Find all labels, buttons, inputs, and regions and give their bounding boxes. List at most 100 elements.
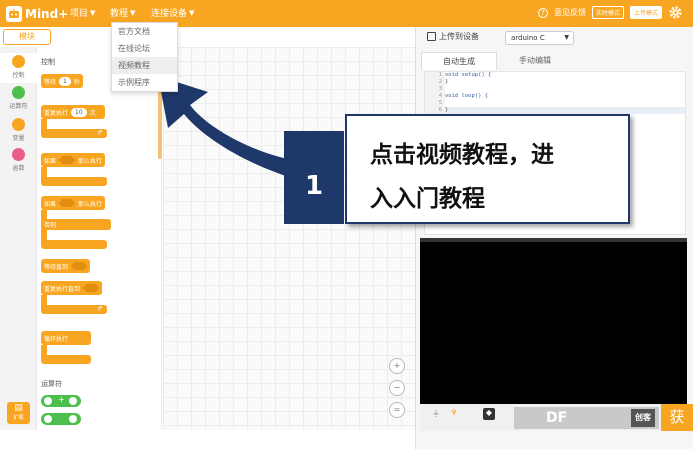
code-text: void loop() {	[445, 93, 489, 99]
block-c-foot	[41, 240, 107, 249]
block-c-foot	[41, 355, 91, 364]
block-label: 秒	[73, 78, 80, 86]
category-functions[interactable]: 函数	[0, 148, 37, 172]
code-text: }	[445, 79, 449, 85]
block-input[interactable]: 10	[71, 107, 87, 117]
block-if-else[interactable]: 如果 那么执行	[41, 196, 106, 210]
block-label: 等待直到	[44, 263, 69, 271]
block-forever[interactable]: 循环执行	[41, 331, 91, 345]
board-select-value: arduino C	[511, 34, 545, 42]
serial-icon[interactable]: ♆	[448, 408, 460, 420]
line-number: 1	[425, 72, 445, 79]
category-control[interactable]: 控制	[0, 53, 37, 83]
block-label: 那么执行	[78, 157, 103, 165]
condition-slot[interactable]	[71, 262, 88, 270]
menu-item-examples[interactable]: 示例程序	[112, 74, 177, 91]
tab-manual-edit[interactable]: 手动编辑	[497, 52, 573, 70]
loop-arrow-icon: ↱	[97, 305, 103, 313]
zoom-out-icon[interactable]: −	[389, 380, 405, 396]
condition-slot[interactable]	[59, 156, 76, 164]
chevron-down-icon: ▼	[564, 34, 569, 41]
serial-console[interactable]	[420, 238, 687, 404]
block-label: 重复执行直到	[44, 285, 81, 293]
operand-slot[interactable]	[69, 397, 77, 405]
module-tab[interactable]: 模块	[3, 29, 51, 45]
help-icon[interactable]: ?	[537, 7, 548, 18]
block-label: 如果	[44, 157, 57, 165]
category-operators[interactable]: 运算符	[0, 86, 37, 110]
tutorial-dropdown: 官方文档 在线论坛 视频教程 示例程序	[111, 22, 178, 92]
operators-category-dot	[12, 86, 25, 99]
extension-button[interactable]: ▤ 扩展	[7, 402, 30, 424]
menu-item-video-tutorial[interactable]: 视频教程	[112, 57, 177, 74]
feedback-link[interactable]: 意见反馈	[554, 7, 586, 18]
clear-icon[interactable]: ◆	[483, 408, 495, 420]
code-line: 5	[425, 100, 685, 107]
line-number: 2	[425, 79, 445, 86]
block-if-then[interactable]: 如果 那么执行	[41, 153, 106, 167]
block-operator-add[interactable]: +	[41, 395, 81, 407]
chevron-down-icon: ▼	[130, 8, 136, 17]
operand-slot[interactable]	[44, 415, 52, 423]
block-label: 循环执行	[44, 335, 69, 343]
menu-project[interactable]: 项目 ▼	[70, 6, 96, 20]
category-variables[interactable]: 变量	[0, 118, 37, 142]
watermark-logo: DF 创客	[514, 407, 659, 429]
menu-item-forum[interactable]: 在线论坛	[112, 40, 177, 57]
block-operator[interactable]	[41, 413, 81, 425]
variables-category-dot	[12, 118, 25, 131]
top-bar: Mind+ 项目 ▼ 教程 ▼ 连接设备 ▼ ? 意见反馈 实时模式 上传模式	[0, 0, 693, 27]
upload-mode-button[interactable]: 上传模式	[629, 6, 662, 19]
plug-icon[interactable]: ⏚	[430, 408, 442, 420]
workspace-bottom-bar	[0, 430, 415, 449]
condition-slot[interactable]	[83, 284, 100, 292]
category-label: 变量	[12, 135, 25, 142]
upload-to-device-button[interactable]: 上传到设备	[427, 31, 479, 42]
block-label: 重复执行	[44, 109, 69, 117]
menu-item-official-docs[interactable]: 官方文档	[112, 23, 177, 40]
callout-line-2: 入入门教程	[370, 185, 485, 212]
line-number: 5	[425, 100, 445, 107]
block-label: 那么执行	[78, 200, 103, 208]
block-wait[interactable]: 等待 1 秒	[41, 74, 83, 88]
robot-icon	[6, 6, 22, 22]
zoom-reset-icon[interactable]: =	[389, 402, 405, 418]
code-text: }	[445, 107, 449, 113]
control-category-dot	[12, 55, 25, 68]
line-number: 4	[425, 93, 445, 100]
block-c-foot: ↱	[41, 129, 107, 138]
callout-step-number: 1	[284, 131, 344, 224]
condition-slot[interactable]	[59, 199, 76, 207]
tab-auto-generate[interactable]: 自动生成	[421, 52, 497, 70]
board-select[interactable]: arduino C ▼	[505, 31, 574, 45]
menu-tutorial[interactable]: 教程 ▼	[110, 6, 136, 20]
code-line: 1 void setup() {	[425, 72, 685, 79]
operator-symbol: +	[58, 395, 65, 404]
chevron-down-icon: ▼	[90, 8, 96, 17]
callout-line-1: 点击视频教程，进	[370, 141, 554, 168]
loop-arrow-icon: ↱	[97, 129, 103, 137]
block-input[interactable]: 1	[59, 76, 71, 86]
block-repeat[interactable]: 重复执行 10 次	[41, 105, 105, 119]
zoom-in-icon[interactable]: +	[389, 358, 405, 374]
top-right-controls: ? 意见反馈 实时模式 上传模式	[537, 5, 683, 20]
block-palette: 控制 等待 1 秒 重复执行 10 次 ↱ 如果 那么执行 如果 那么执行 否则…	[38, 47, 162, 430]
app-logo[interactable]: Mind+	[6, 4, 68, 24]
menu-connect-device[interactable]: 连接设备 ▼	[151, 6, 194, 20]
block-repeat-until[interactable]: 重复执行直到	[41, 281, 103, 295]
block-c-foot	[41, 177, 107, 186]
block-wait-until[interactable]: 等待直到	[41, 259, 91, 273]
block-label: 等待	[44, 78, 57, 86]
realtime-mode-button[interactable]: 实时模式	[591, 6, 624, 19]
code-line: 6}	[425, 107, 685, 114]
script-workspace[interactable]	[163, 47, 415, 430]
block-label: 如果	[44, 200, 57, 208]
extension-label: 扩展	[13, 415, 24, 421]
line-number: 3	[425, 86, 445, 93]
extension-icon: ▤	[14, 403, 23, 413]
watermark-box: 创客	[631, 409, 655, 427]
operand-slot[interactable]	[69, 415, 77, 423]
operand-slot[interactable]	[44, 397, 52, 405]
gear-icon[interactable]	[668, 5, 683, 20]
block-label: 否则	[44, 222, 57, 229]
